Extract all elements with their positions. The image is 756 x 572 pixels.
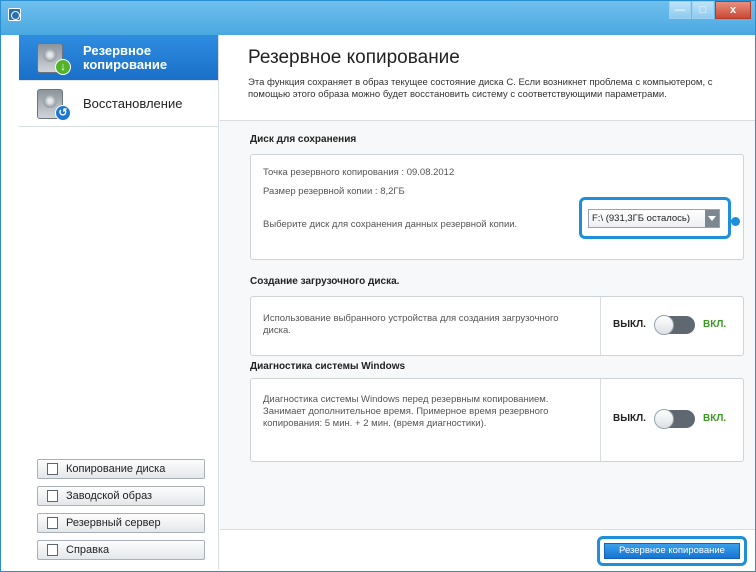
sidebar-item-label: Восстановление bbox=[83, 96, 183, 111]
page-description: Эта функция сохраняет в образ текущее со… bbox=[248, 77, 713, 100]
disk-section-title: Диск для сохранения bbox=[250, 134, 357, 145]
diag-section-title: Диагностика системы Windows bbox=[250, 361, 406, 372]
chevron-down-icon[interactable] bbox=[705, 210, 719, 227]
diag-section-text: Диагностика системы Windows перед резерв… bbox=[263, 394, 549, 429]
backup-server-button[interactable]: Резервный сервер bbox=[37, 513, 205, 533]
app-window: — □ x ↓ Резервное копирование ↺ Восстано… bbox=[0, 0, 756, 572]
callout-dot bbox=[731, 217, 740, 226]
sidebar-item-backup[interactable]: ↓ Резервное копирование bbox=[19, 35, 218, 81]
boot-section-box: Использование выбранного устройства для … bbox=[250, 296, 744, 356]
boot-toggle[interactable] bbox=[654, 315, 695, 335]
maximize-button[interactable]: □ bbox=[692, 1, 714, 19]
divider bbox=[600, 297, 601, 355]
sidebar-tools: Копирование диска Заводской образ Резерв… bbox=[37, 459, 205, 567]
disk-section-box: Точка резервного копирования : 09.08.201… bbox=[250, 154, 744, 260]
button-label: Копирование диска bbox=[66, 463, 166, 475]
page-header: Резервное копирование Эта функция сохран… bbox=[220, 35, 755, 121]
backup-size-text: Размер резервной копии : 8,2ГБ bbox=[263, 186, 405, 197]
help-button[interactable]: Справка bbox=[37, 540, 205, 560]
button-label: Резервный сервер bbox=[66, 517, 161, 529]
boot-section-text: Использование выбранного устройства для … bbox=[263, 313, 559, 336]
backup-button-highlight: Резервное копирование bbox=[597, 536, 747, 566]
drive-backup-icon: ↓ bbox=[37, 41, 71, 75]
sidebar: ↓ Резервное копирование ↺ Восстановление… bbox=[19, 35, 219, 569]
drive-select[interactable]: F:\ (931,3ГБ осталось) bbox=[588, 209, 720, 228]
help-icon bbox=[47, 544, 58, 556]
divider bbox=[600, 379, 601, 461]
title-bar[interactable]: — □ x bbox=[1, 1, 755, 35]
button-label: Заводской образ bbox=[66, 490, 153, 502]
drive-select-value: F:\ (931,3ГБ осталось) bbox=[592, 213, 691, 224]
close-button[interactable]: x bbox=[715, 1, 751, 19]
factory-image-icon bbox=[47, 490, 58, 502]
settings-content: Диск для сохранения Точка резервного коп… bbox=[220, 121, 755, 529]
minimize-button[interactable]: — bbox=[669, 1, 691, 19]
boot-section-title: Создание загрузочного диска. bbox=[250, 276, 400, 287]
drive-restore-icon: ↺ bbox=[37, 87, 71, 121]
drive-select-highlight: F:\ (931,3ГБ осталось) bbox=[579, 197, 740, 239]
boot-on-label: ВКЛ. bbox=[703, 319, 727, 330]
button-label: Справка bbox=[66, 544, 110, 556]
disk-copy-icon bbox=[47, 463, 58, 475]
diag-on-label: ВКЛ. bbox=[703, 413, 727, 424]
disk-copy-button[interactable]: Копирование диска bbox=[37, 459, 205, 479]
boot-off-label: ВЫКЛ. bbox=[613, 319, 646, 330]
window-controls: — □ x bbox=[668, 1, 751, 19]
toggle-knob bbox=[654, 409, 674, 429]
diag-toggle[interactable] bbox=[654, 409, 695, 429]
select-drive-prompt: Выберите диск для сохранения данных резе… bbox=[263, 219, 518, 230]
factory-image-button[interactable]: Заводской образ bbox=[37, 486, 205, 506]
app-icon bbox=[8, 8, 21, 21]
sidebar-item-label: Резервное копирование bbox=[83, 43, 168, 72]
footer: Резервное копирование bbox=[220, 529, 755, 569]
page-title: Резервное копирование bbox=[248, 47, 460, 68]
diag-section-box: Диагностика системы Windows перед резерв… bbox=[250, 378, 744, 462]
backup-point-text: Точка резервного копирования : 09.08.201… bbox=[263, 167, 455, 178]
main-panel: Резервное копирование Эта функция сохран… bbox=[220, 35, 755, 569]
backup-server-icon bbox=[47, 517, 58, 529]
sidebar-item-restore[interactable]: ↺ Восстановление bbox=[19, 81, 218, 127]
diag-off-label: ВЫКЛ. bbox=[613, 413, 646, 424]
toggle-knob bbox=[654, 315, 674, 335]
start-backup-button[interactable]: Резервное копирование bbox=[604, 543, 740, 559]
